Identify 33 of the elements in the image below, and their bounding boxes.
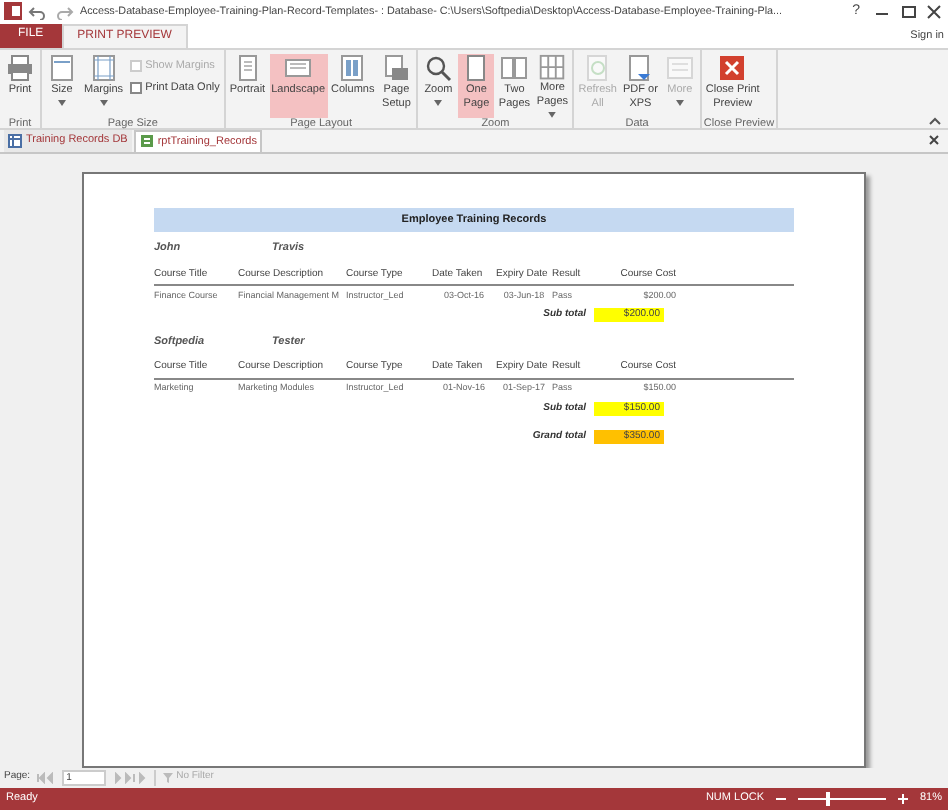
more-export-icon (665, 53, 694, 82)
zoom-out-icon (775, 794, 786, 804)
zoom-slider-thumb[interactable] (826, 792, 831, 806)
close-icon (928, 134, 940, 147)
caret-icon (434, 99, 443, 106)
caret-icon (58, 99, 66, 106)
zoom-in-icon (897, 794, 908, 804)
caret-icon (99, 99, 108, 106)
first-previous-icon (36, 771, 57, 784)
collapse-ribbon-icon (928, 115, 942, 126)
pdf-export-icon (626, 53, 655, 82)
page-setup-icon (382, 53, 411, 82)
table-icon (8, 133, 22, 148)
page-size-icon (48, 53, 76, 82)
more-pages-icon (538, 53, 567, 81)
portrait-page-icon (233, 53, 262, 82)
close-icon (718, 53, 747, 82)
two-pages-icon (500, 53, 529, 82)
refresh-icon (583, 53, 612, 82)
caret-icon (675, 99, 684, 106)
columns-icon (338, 53, 367, 82)
undo-icon (28, 3, 48, 20)
margins-icon (89, 53, 118, 82)
landscape-page-icon (284, 53, 313, 82)
printer-icon (6, 53, 34, 82)
report-icon (139, 134, 154, 149)
redo-icon (54, 3, 74, 20)
magnifier-icon (424, 53, 453, 82)
one-page-icon (462, 53, 491, 82)
caret-icon (548, 112, 557, 118)
next-last-icon (112, 771, 149, 784)
maximize-icon (898, 3, 918, 20)
close-icon (924, 3, 944, 20)
